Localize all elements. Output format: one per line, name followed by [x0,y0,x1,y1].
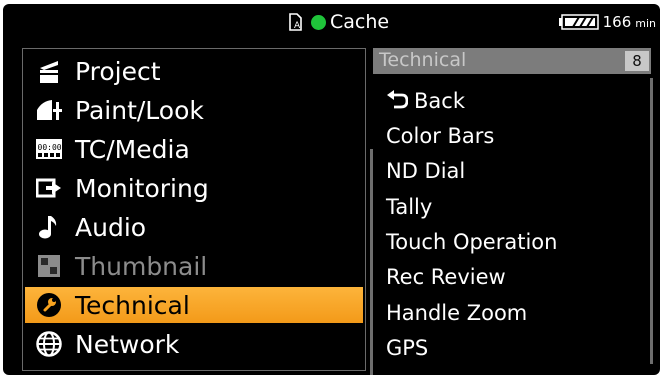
menu-item-label: Audio [75,212,147,242]
svg-text:00:00: 00:00 [38,143,62,152]
submenu-item-label: Back [414,89,465,113]
audio-icon [35,213,63,241]
menu-item-project[interactable]: Project [25,53,363,89]
menu-item-label: Thumbnail [75,251,208,281]
menu-item-label: Project [75,56,161,86]
menu-item-technical[interactable]: Technical [25,287,363,323]
submenu-item-back[interactable]: Back [386,86,465,116]
network-icon [35,330,63,358]
submenu-item-color-bars[interactable]: Color Bars [386,121,494,151]
menu-item-audio[interactable]: Audio [25,209,363,245]
main-menu: Project Paint/Look 00:00 TC/Media Monito… [22,48,373,375]
menu-item-label: TC/Media [75,134,190,164]
submenu-item-nd-dial[interactable]: ND Dial [386,156,465,186]
technical-icon [35,291,63,319]
submenu-item-label: Rec Review [386,265,506,289]
submenu-item-handle-zoom[interactable]: Handle Zoom [386,298,527,328]
battery-remaining: 166 [602,13,632,31]
camera-menu-screen: A Cache 166 min Project Paint/Look 00:00… [3,4,660,375]
submenu-item-label: Color Bars [386,124,495,148]
tc-media-icon: 00:00 [35,135,63,163]
submenu-item-label: ND Dial [386,159,466,183]
submenu-item-tally[interactable]: Tally [386,192,432,222]
menu-item-monitoring[interactable]: Monitoring [25,170,363,206]
thumbnail-icon [35,252,63,280]
battery-unit: min [635,17,656,30]
record-status-dot [311,14,326,30]
menu-item-label: Paint/Look [75,95,204,125]
menu-item-label: Technical [75,290,190,320]
menu-item-tc-media[interactable]: 00:00 TC/Media [25,131,363,167]
submenu-item-touch-operation[interactable]: Touch Operation [386,227,557,257]
project-icon [35,57,63,85]
submenu-scrollbar[interactable] [650,78,653,364]
submenu-panel: Technical 8 Back Color Bars ND Dial Tall… [373,48,653,371]
submenu-item-label: Handle Zoom [386,301,528,325]
monitoring-icon [35,174,63,202]
menu-item-label: Network [75,329,180,359]
submenu-item-gps[interactable]: GPS [386,333,428,363]
back-arrow-icon [387,90,408,109]
media-label: Cache [330,11,390,33]
submenu-header: Technical 8 [373,48,651,74]
battery-icon [558,14,599,30]
submenu-item-label: Tally [386,195,433,219]
menu-item-network[interactable]: Network [25,326,363,362]
menu-item-paint-look[interactable]: Paint/Look [25,92,363,128]
submenu-item-label: Touch Operation [386,230,558,254]
submenu-item-label: GPS [386,336,429,360]
paint-look-icon [35,96,63,124]
status-bar: A Cache 166 min [3,4,660,38]
media-slot-icon: A [289,13,302,31]
media-status: A Cache [287,10,389,34]
menu-item-label: Monitoring [75,173,209,203]
svg-text:A: A [294,21,301,31]
menu-item-thumbnail[interactable]: Thumbnail [25,248,363,284]
submenu-title: Technical [379,49,467,71]
submenu-item-rec-review[interactable]: Rec Review [386,262,506,292]
battery-status: 166 min [558,12,656,32]
submenu-count-badge: 8 [625,51,649,71]
